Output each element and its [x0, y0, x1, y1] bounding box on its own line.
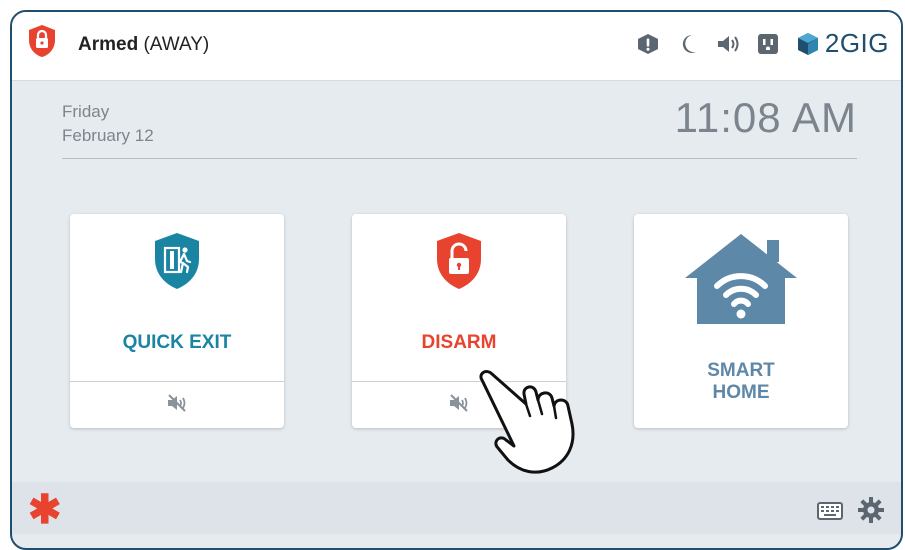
- mute-icon: [166, 393, 188, 418]
- panel-screen: Armed (AWAY) 2GIG Friday February 12 11:…: [10, 10, 903, 550]
- quick-exit-shield-icon: [153, 232, 201, 295]
- day-of-week: Friday: [62, 102, 110, 121]
- quick-exit-mute-toggle[interactable]: [70, 381, 284, 428]
- asterisk-icon[interactable]: ✱: [28, 490, 62, 530]
- quick-exit-button[interactable]: QUICK EXIT: [70, 214, 284, 428]
- smart-home-label-line1: SMART: [707, 360, 775, 381]
- alert-icon[interactable]: [635, 31, 661, 57]
- moon-icon[interactable]: [675, 31, 701, 57]
- top-icons: 2GIG: [635, 28, 889, 59]
- quick-exit-label: QUICK EXIT: [122, 332, 232, 353]
- arm-mode: (AWAY): [143, 34, 210, 55]
- arm-status: Armed (AWAY): [78, 34, 209, 56]
- calendar-date: February 12: [62, 126, 154, 145]
- brand-cube-icon: [797, 32, 818, 55]
- smart-home-button[interactable]: SMART HOME: [634, 214, 848, 428]
- brand-logo: 2GIG: [795, 28, 889, 59]
- header-divider: [62, 158, 857, 159]
- disarm-label: DISARM: [421, 332, 497, 353]
- keyboard-icon[interactable]: [817, 502, 843, 525]
- armed-shield-icon[interactable]: [28, 24, 56, 58]
- clock: 11:08 AM: [674, 94, 857, 141]
- bottom-bar: [12, 482, 901, 534]
- brand-name: 2GIG: [824, 28, 889, 58]
- mute-icon: [448, 393, 470, 418]
- pointing-hand-icon: [468, 360, 618, 485]
- outlet-icon[interactable]: [755, 31, 781, 57]
- top-status-bar: Armed (AWAY) 2GIG: [12, 12, 901, 81]
- smart-home-icon: [681, 230, 801, 331]
- date-display: Friday February 12: [62, 100, 154, 148]
- unlock-shield-icon: [435, 232, 483, 295]
- armed-label: Armed: [78, 34, 139, 55]
- volume-icon[interactable]: [715, 31, 741, 57]
- gear-icon[interactable]: [857, 496, 885, 529]
- smart-home-label-line2: HOME: [712, 382, 770, 403]
- smart-home-label: SMART HOME: [634, 360, 848, 404]
